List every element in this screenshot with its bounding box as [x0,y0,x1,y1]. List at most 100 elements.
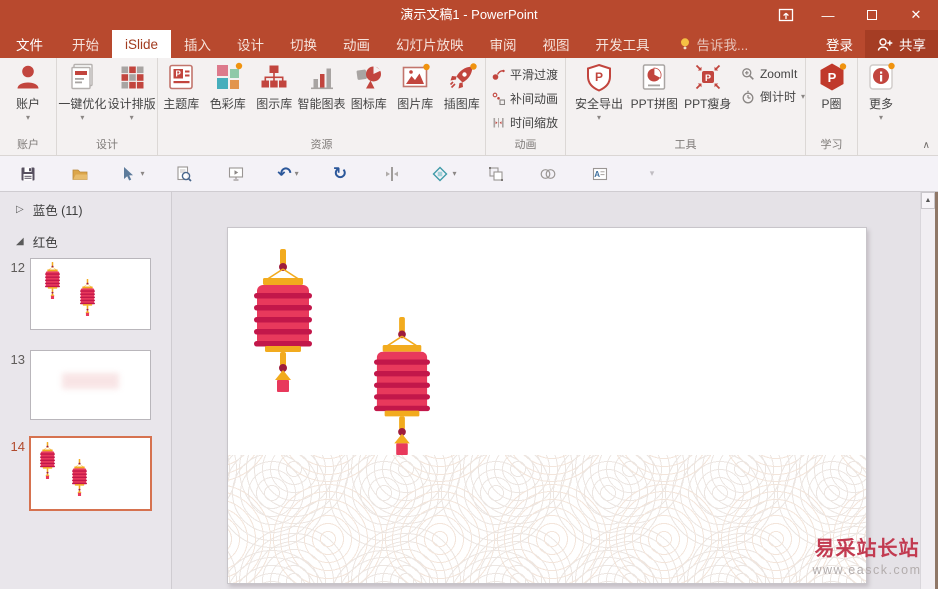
tab-transitions[interactable]: 切换 [277,30,330,58]
account-button[interactable]: 账户 ▾ [4,61,52,122]
scroll-up-button[interactable]: ▲ [921,192,935,209]
ppt-slim-button[interactable]: P PPT瘦身 [681,61,735,112]
tab-islide[interactable]: iSlide [112,30,172,58]
watermark-url: www.easck.com [812,563,922,577]
merge-shapes-button[interactable] [522,165,574,183]
ribbon-display-options-button[interactable] [766,0,806,30]
ribbon-group-resources: P 主题库 色彩库 图示库 智能图表 图标库 图片库 插图库 资源 [158,58,486,155]
dropdown-caret-icon: ▾ [129,113,134,122]
slide-thumbnail-12[interactable] [30,258,151,330]
print-preview-button[interactable] [158,165,210,183]
slide-thumbnail-13[interactable] [30,350,151,420]
tab-home[interactable]: 开始 [59,30,112,58]
start-slideshow-button[interactable] [210,165,262,183]
color-library-button[interactable]: 色彩库 [205,61,252,112]
red-lantern-shape[interactable] [374,317,430,455]
minimize-button[interactable]: — [806,0,850,30]
slide-number: 13 [10,352,25,367]
theme-library-icon: P [169,64,194,90]
diagram-library-button[interactable]: 图示库 [251,61,298,112]
title-bar: 演示文稿1 - PowerPoint — ✕ [0,0,938,30]
collapsed-triangle-icon: ▷ [16,204,24,215]
align-objects-button[interactable] [366,165,418,183]
ribbon-group-animation: 平滑过渡 补间动画 时间缩放 动画 [486,58,566,155]
text-box-icon: A [592,167,608,180]
tween-animation-button[interactable]: 补间动画 [492,90,565,107]
tab-design[interactable]: 设计 [224,30,277,58]
tab-review[interactable]: 审阅 [477,30,530,58]
save-button[interactable] [2,165,54,183]
slide-number: 12 [10,260,25,275]
red-lantern-icon [45,262,60,299]
vertical-scrollbar[interactable]: ▲ [920,192,935,589]
share-label: 共享 [899,38,926,53]
shape-format-button[interactable]: ▾ [418,165,470,183]
ppt-slim-icon: P [695,64,720,90]
apply-format-button[interactable]: ▾ [106,165,158,183]
main-area: ▷ 蓝色 (11) ◢ 红色 12 13 14 ▲ 易采站长站 www.easc… [0,192,938,589]
dropdown-caret-icon: ▾ [878,113,883,122]
login-button[interactable]: 登录 [814,30,865,58]
group-label-design: 设计 [96,139,118,151]
maximize-button[interactable] [850,0,894,30]
watermark-brand: 易采站长站 [814,536,920,560]
tab-view[interactable]: 视图 [530,30,583,58]
shield-p-icon: P [587,63,612,92]
svg-text:P: P [595,70,603,84]
more-button[interactable]: 更多 ▾ [858,61,904,122]
dropdown-caret-icon: ▾ [294,168,299,178]
share-person-icon [877,37,893,51]
group-objects-icon [489,166,503,181]
text-box-button[interactable]: A [574,165,626,183]
icon-library-button[interactable]: 图标库 [346,61,393,112]
tab-animations[interactable]: 动画 [330,30,383,58]
group-label-resources: 资源 [310,139,333,151]
p-circle-button[interactable]: P P圈 [808,61,856,112]
print-preview-icon [177,165,192,182]
redo-button[interactable]: ↻ [314,164,366,183]
svg-text:P: P [705,73,711,83]
close-button[interactable]: ✕ [894,0,938,30]
section-blue-label: 蓝色 (11) [32,204,83,218]
picture-library-button[interactable]: 图片库 [392,61,439,112]
theme-library-button[interactable]: P 主题库 [158,61,205,112]
qat-customize-button[interactable]: ▾ [626,168,678,179]
safe-export-button[interactable]: P 安全导出 ▾ [570,61,628,122]
ribbon: 账户 ▾ 账户 一键优化 ▾ 设计排版 ▾ 设计 P 主题库 色彩库 图示库 智… [0,58,938,155]
tell-me-box[interactable]: 告诉我... [679,30,748,58]
group-objects-button[interactable] [470,165,522,183]
slide-canvas[interactable] [227,227,867,584]
one-click-optimize-button[interactable]: 一键优化 ▾ [58,61,106,122]
open-button[interactable] [54,165,106,183]
collapse-ribbon-button[interactable]: ∧ [923,140,930,151]
icon-library-icon [356,65,381,89]
countdown-button[interactable]: 倒计时 ▾ [741,88,805,105]
save-icon [21,167,35,180]
tab-developer[interactable]: 开发工具 [583,30,663,58]
ppt-puzzle-button[interactable]: PPT拼图 [628,61,680,112]
section-red[interactable]: ◢ 红色 [16,232,58,251]
undo-icon: ↶ [277,163,292,183]
dropdown-caret-icon: ▾ [140,168,145,178]
undo-button[interactable]: ↶ ▾ [262,163,314,183]
dropdown-caret-icon: ▾ [452,168,457,178]
share-button[interactable]: 共享 [865,30,938,58]
red-lantern-shape[interactable] [254,249,312,392]
svg-text:A: A [594,170,600,179]
design-layout-button[interactable]: 设计排版 ▾ [108,61,156,122]
merge-shapes-icon [540,168,556,179]
tab-slideshow[interactable]: 幻灯片放映 [383,30,477,58]
tab-insert[interactable]: 插入 [171,30,224,58]
smooth-transition-button[interactable]: 平滑过渡 [492,66,565,83]
slideshow-screen-icon [228,166,244,181]
dropdown-caret-icon: ▾ [25,113,30,122]
smart-chart-button[interactable]: 智能图表 [298,61,346,112]
slide-thumbnail-14-selected[interactable] [29,436,152,511]
zoomit-button[interactable]: ZoomIt [741,67,805,81]
time-scale-button[interactable]: 时间缩放 [492,114,565,131]
illustration-library-button[interactable]: 插图库 [439,61,486,112]
dropdown-caret-icon: ▾ [597,113,602,122]
section-blue[interactable]: ▷ 蓝色 (11) [16,200,82,219]
tab-file[interactable]: 文件 [0,30,59,58]
powerpoint-window: 演示文稿1 - PowerPoint — ✕ 文件 开始 iSlide 插入 设… [0,0,938,589]
